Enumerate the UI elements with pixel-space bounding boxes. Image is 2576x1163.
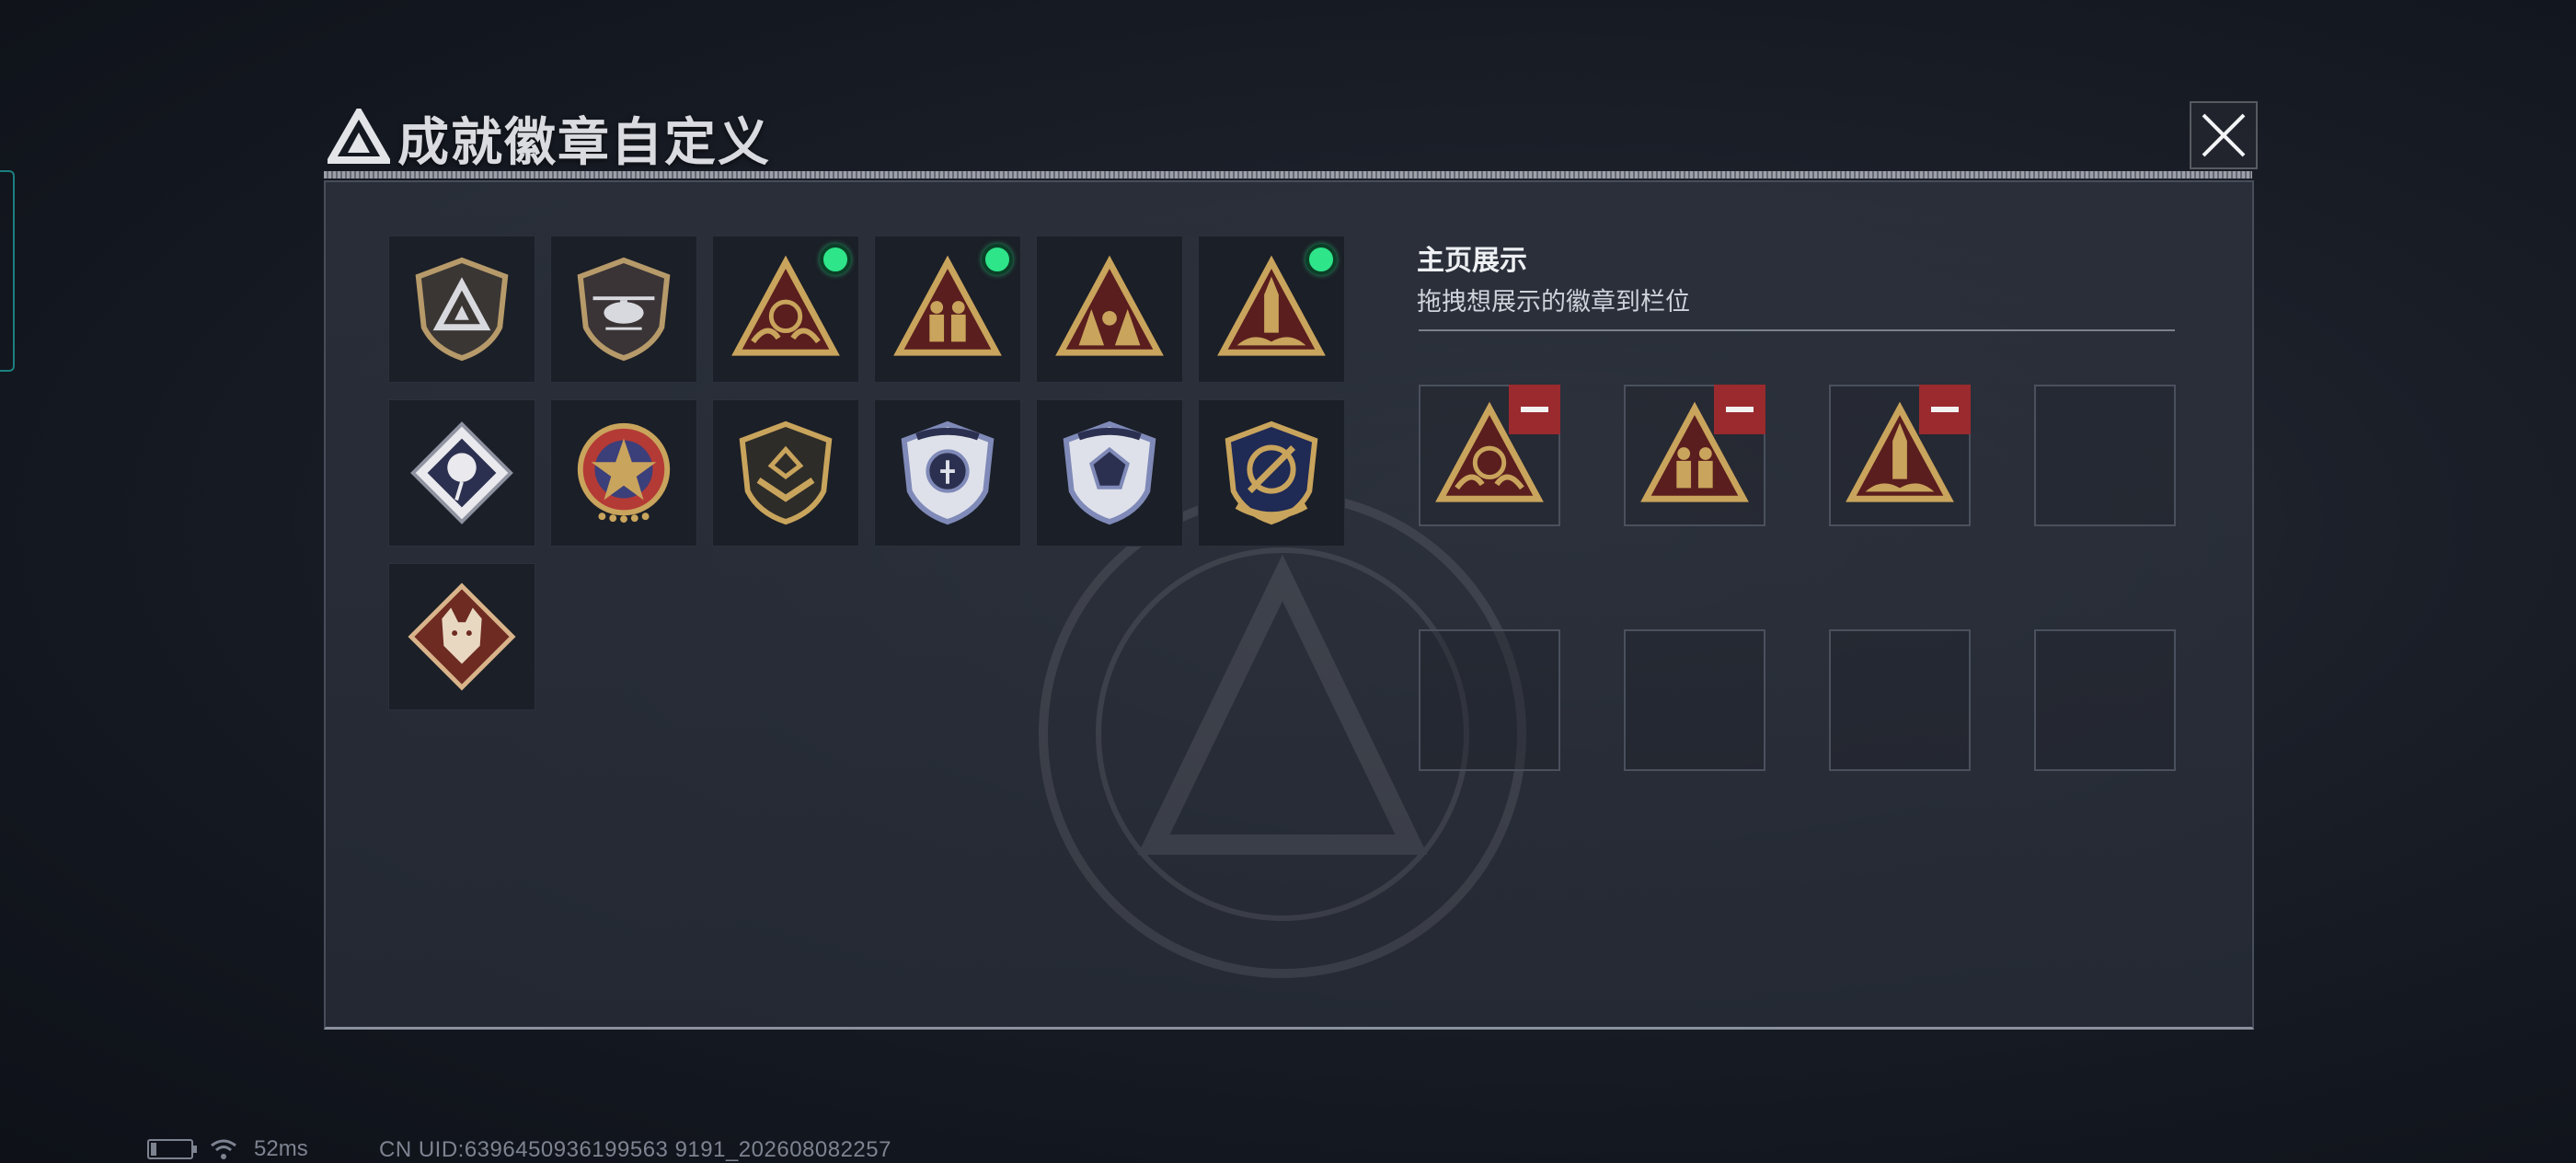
gold-triangle-hands-badge-icon [731,255,840,356]
dialog-header: 成就徽章自定义 [324,92,2258,184]
equipped-indicator-icon [1305,244,1337,275]
silver-rose-diamond-badge-icon [410,421,513,524]
minus-icon [1726,407,1754,412]
wolf-head-diamond-badge-icon [408,582,516,691]
close-icon [2202,113,2246,157]
badge-item[interactable] [874,236,1021,383]
display-slot-filled[interactable] [1419,385,1560,526]
badge-item[interactable] [874,399,1021,547]
wifi-icon [211,1139,236,1159]
uid-text: CN UID:6396450936199563 9191_20260808225… [379,1137,891,1162]
remove-badge-button[interactable] [1714,385,1765,434]
badge-item[interactable] [1036,236,1183,383]
display-slot-grid [1419,385,2176,771]
badge-item[interactable] [712,236,859,383]
remove-badge-button[interactable] [1919,385,1971,434]
battery-icon [147,1139,197,1159]
blue-winged-shield-badge-icon [901,420,995,525]
badge-inventory-grid [388,236,1345,710]
red-star-medal-badge-icon [577,422,671,524]
status-bar: 52ms [147,1135,308,1163]
ping-text: 52ms [254,1136,308,1161]
badge-item[interactable] [550,236,697,383]
faction-logo-shield-badge-icon [415,257,509,362]
side-drawer-tab[interactable] [0,170,15,372]
homepage-display-title: 主页展示 [1417,246,1527,276]
helicopter-shield-badge-icon [577,257,671,362]
badge-item[interactable] [1036,399,1183,547]
display-slot-empty[interactable] [2034,629,2176,771]
badge-customization-panel: 主页展示 拖拽想展示的徽章到栏位 [324,180,2254,1030]
homepage-display-hint: 拖拽想展示的徽章到栏位 [1417,288,1690,316]
gold-triangle-lions-badge-icon [1055,255,1164,356]
badge-item[interactable] [1198,399,1345,547]
gold-crest-emblem-badge-icon [1225,420,1318,525]
display-slot-empty[interactable] [1419,629,1560,771]
badge-item[interactable] [550,399,697,547]
faction-logo-icon [328,109,390,164]
badge-item[interactable] [388,399,535,547]
equipped-indicator-icon [820,244,851,275]
section-divider [1419,329,2175,331]
badge-item[interactable] [712,399,859,547]
equipped-indicator-icon [982,244,1013,275]
minus-icon [1931,407,1959,412]
gold-triangle-rocket-badge-icon [1217,255,1326,356]
dialog-title: 成就徽章自定义 [397,113,771,171]
badge-item[interactable] [1198,236,1345,383]
badge-item[interactable] [388,236,535,383]
display-slot-filled[interactable] [1624,385,1765,526]
display-slot-empty[interactable] [1624,629,1765,771]
gold-triangle-soldiers-badge-icon [893,255,1002,356]
display-slot-empty[interactable] [2034,385,2176,526]
display-slot-filled[interactable] [1829,385,1971,526]
blue-winged-gem-badge-icon [1063,420,1156,525]
close-button[interactable] [2190,101,2258,169]
badge-item[interactable] [388,563,535,710]
display-slot-empty[interactable] [1829,629,1971,771]
minus-icon [1521,407,1548,412]
header-divider-strip [324,171,2252,178]
remove-badge-button[interactable] [1509,385,1560,434]
gold-shield-chevron-badge-icon [739,420,833,525]
